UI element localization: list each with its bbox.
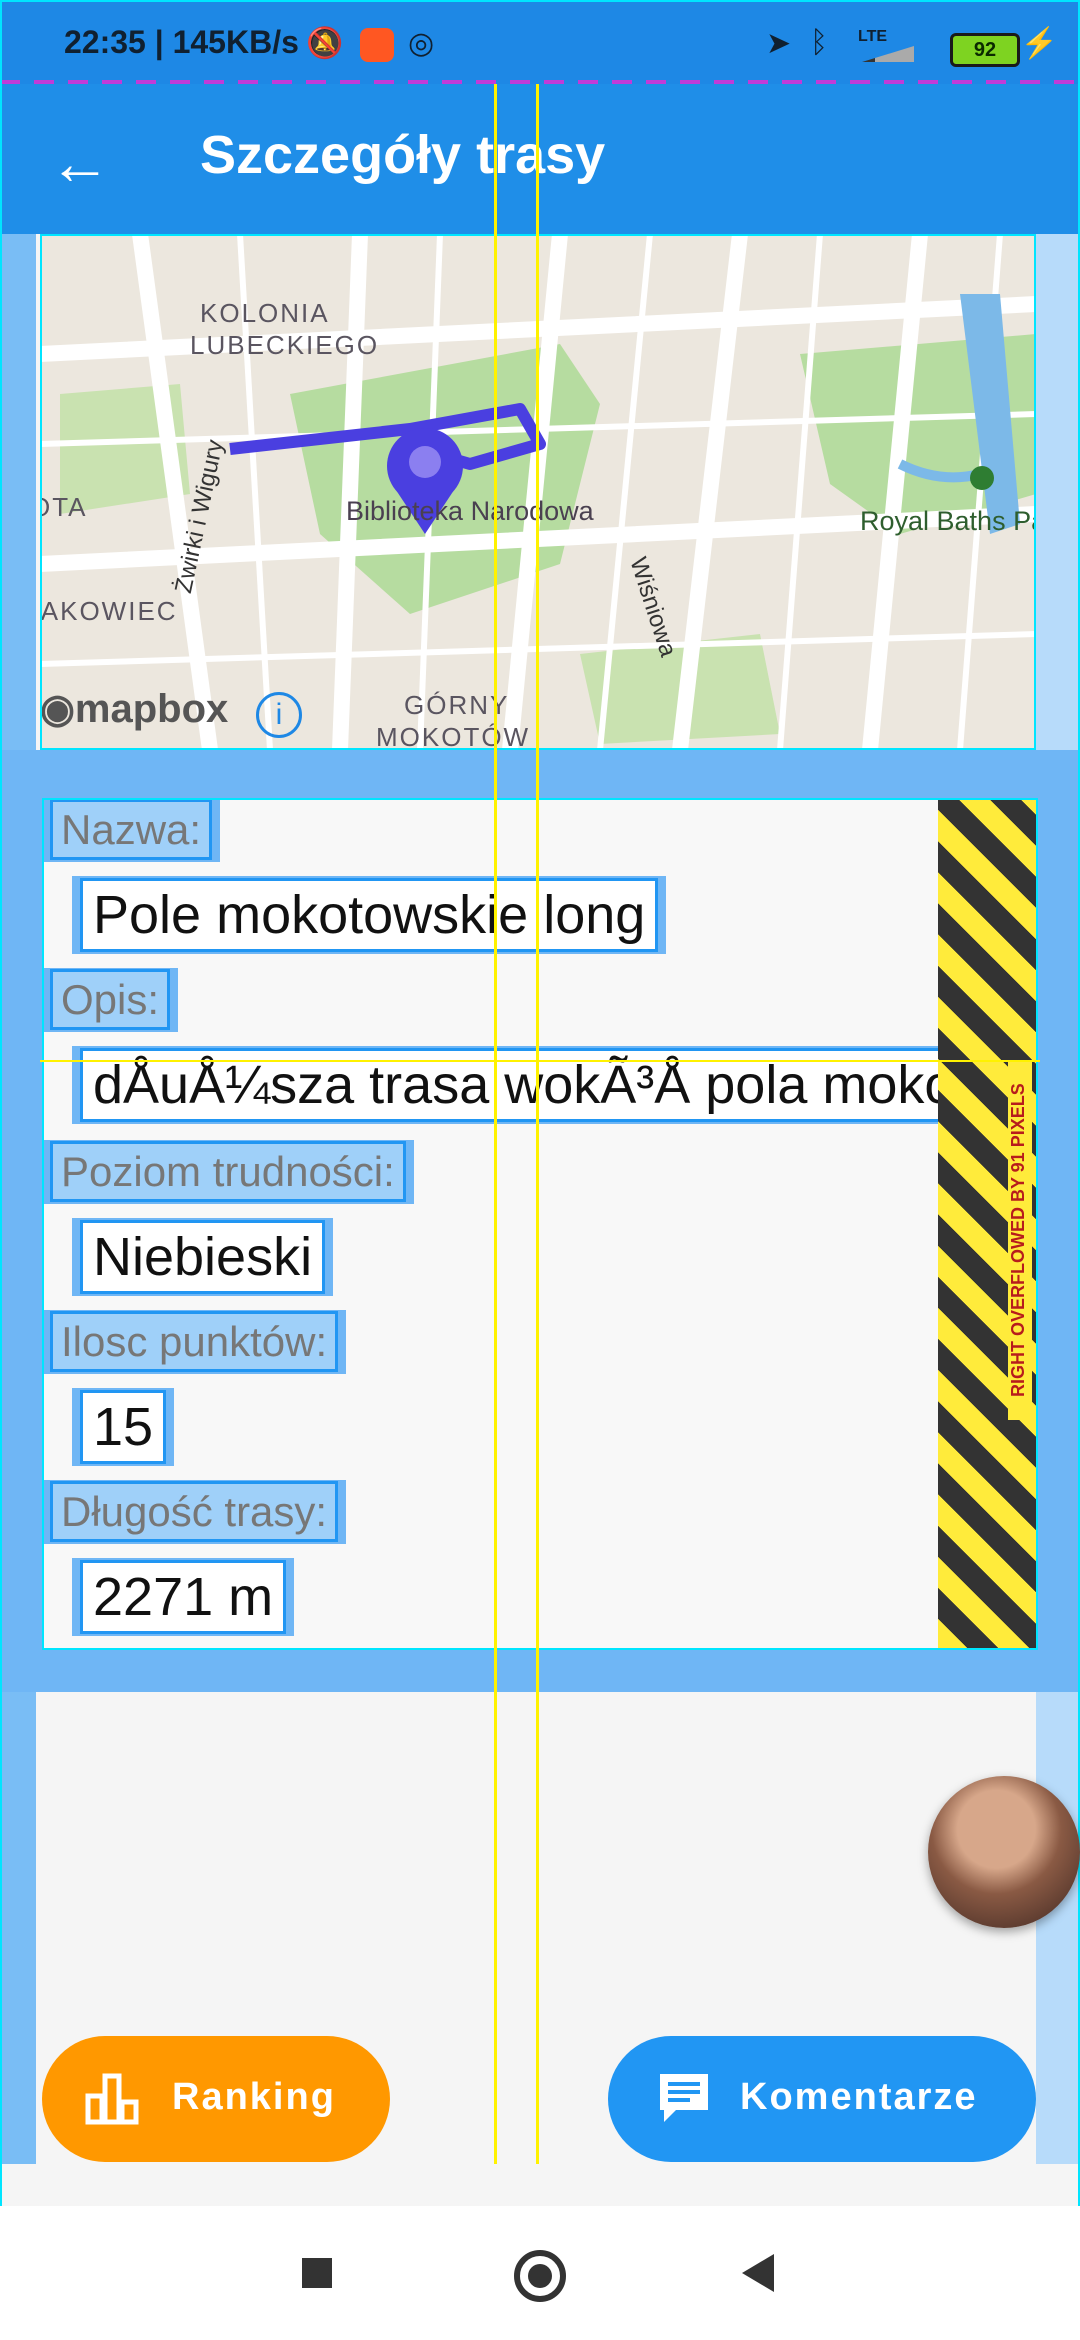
map-label-lubeckiego: LUBECKIEGO xyxy=(190,330,380,360)
location-icon: ➤ xyxy=(766,27,792,60)
recents-button[interactable] xyxy=(302,2258,332,2288)
bluetooth-icon: ᛒ xyxy=(810,26,828,59)
overflow-warning-text: RIGHT OVERFLOWED BY 91 PIXELS xyxy=(1008,1060,1032,1420)
map-label-ota: OTA xyxy=(40,492,88,522)
ranking-label: Ranking xyxy=(172,2076,336,2118)
comments-button[interactable]: Komentarze xyxy=(608,2036,1036,2162)
route-difficulty: Niebieski xyxy=(80,1220,326,1294)
desc-label: Opis: xyxy=(50,969,171,1030)
home-button[interactable] xyxy=(514,2250,566,2302)
status-bar: 22:35 | 145KB/s 🔕 ◎ ➤ ᛒ LTE 92 ⚡ xyxy=(0,0,1080,84)
messenger-icon: ◎ xyxy=(408,27,435,60)
points-label: Ilosc punktów: xyxy=(50,1311,339,1372)
back-button[interactable]: ← xyxy=(44,128,116,200)
mute-icon: 🔕 xyxy=(306,27,344,60)
signal-icon xyxy=(862,46,914,62)
debug-guide-line-2 xyxy=(536,84,539,2164)
ranking-button[interactable]: Ranking xyxy=(42,2036,390,2162)
map-label-royal-baths: Royal Baths Par xyxy=(860,506,1036,536)
nav-back-button[interactable] xyxy=(742,2254,774,2292)
name-label: Nazwa: xyxy=(50,799,213,860)
name-label-box: Nazwa: xyxy=(42,798,221,862)
page-title: Szczegóły trasy xyxy=(200,125,606,185)
debug-baseline xyxy=(0,80,1080,84)
status-time: 22:35 | 145KB/s xyxy=(64,24,299,60)
route-length: 2271 m xyxy=(80,1560,287,1634)
points-label-box: Ilosc punktów: xyxy=(42,1310,347,1374)
debug-guide-line-1 xyxy=(494,84,497,2164)
arrow-left-icon: ← xyxy=(49,129,111,198)
name-value-box: Pole mokotowskie long xyxy=(72,876,667,954)
mapbox-mark-icon: ◉ xyxy=(40,687,75,731)
length-label: Długość trasy: xyxy=(50,1481,339,1542)
map-label-mokotow: MOKOTÓW xyxy=(376,722,531,750)
length-value-box: 2271 m xyxy=(72,1558,295,1636)
desc-value-box: dÅuÅ¼sza trasa wokÃ³Å pola mokotow xyxy=(72,1046,1036,1124)
charging-icon: ⚡ xyxy=(1020,27,1058,60)
difficulty-label: Poziom trudności: xyxy=(50,1141,406,1202)
map-label-kolonia: KOLONIA xyxy=(200,298,330,328)
debug-guide-line-3 xyxy=(40,1060,1040,1062)
user-avatar[interactable] xyxy=(928,1776,1080,1928)
route-points: 15 xyxy=(80,1390,167,1464)
comments-label: Komentarze xyxy=(740,2076,978,2118)
route-name: Pole mokotowskie long xyxy=(80,878,659,952)
points-value-box: 15 xyxy=(72,1388,175,1466)
mi-app-icon xyxy=(360,28,394,62)
length-label-box: Długość trasy: xyxy=(42,1480,347,1544)
network-type: LTE xyxy=(858,28,888,45)
map-info-icon[interactable]: i xyxy=(256,692,302,738)
map-label-biblioteka: Biblioteka Narodowa xyxy=(346,496,594,526)
bar-chart-icon xyxy=(84,2070,140,2126)
battery-indicator: 92 xyxy=(950,33,1020,67)
difficulty-value-box: Niebieski xyxy=(72,1218,334,1296)
map-label-rakowiec: RAKOWIEC xyxy=(40,596,178,626)
mapbox-logo: ◉mapbox xyxy=(40,687,229,731)
desc-label-box: Opis: xyxy=(42,968,179,1032)
difficulty-label-box: Poziom trudności: xyxy=(42,1140,414,1204)
comment-icon xyxy=(654,2070,714,2126)
